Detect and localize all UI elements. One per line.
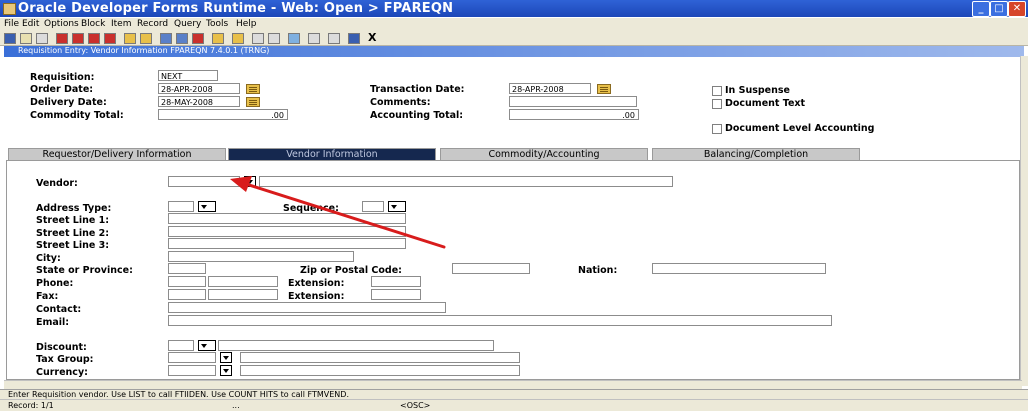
record-indicator: Record: 1/1 <box>8 401 54 410</box>
status-message: Enter Requisition vendor. Use LIST to ca… <box>8 390 349 399</box>
annotation-arrow <box>230 176 446 249</box>
horizontal-scrollbar[interactable] <box>4 380 1022 389</box>
status-record-bar: Record: 1/1 ... <OSC> <box>0 399 1028 411</box>
status-ellipsis: ... <box>232 401 240 410</box>
osc-indicator: <OSC> <box>400 401 431 410</box>
